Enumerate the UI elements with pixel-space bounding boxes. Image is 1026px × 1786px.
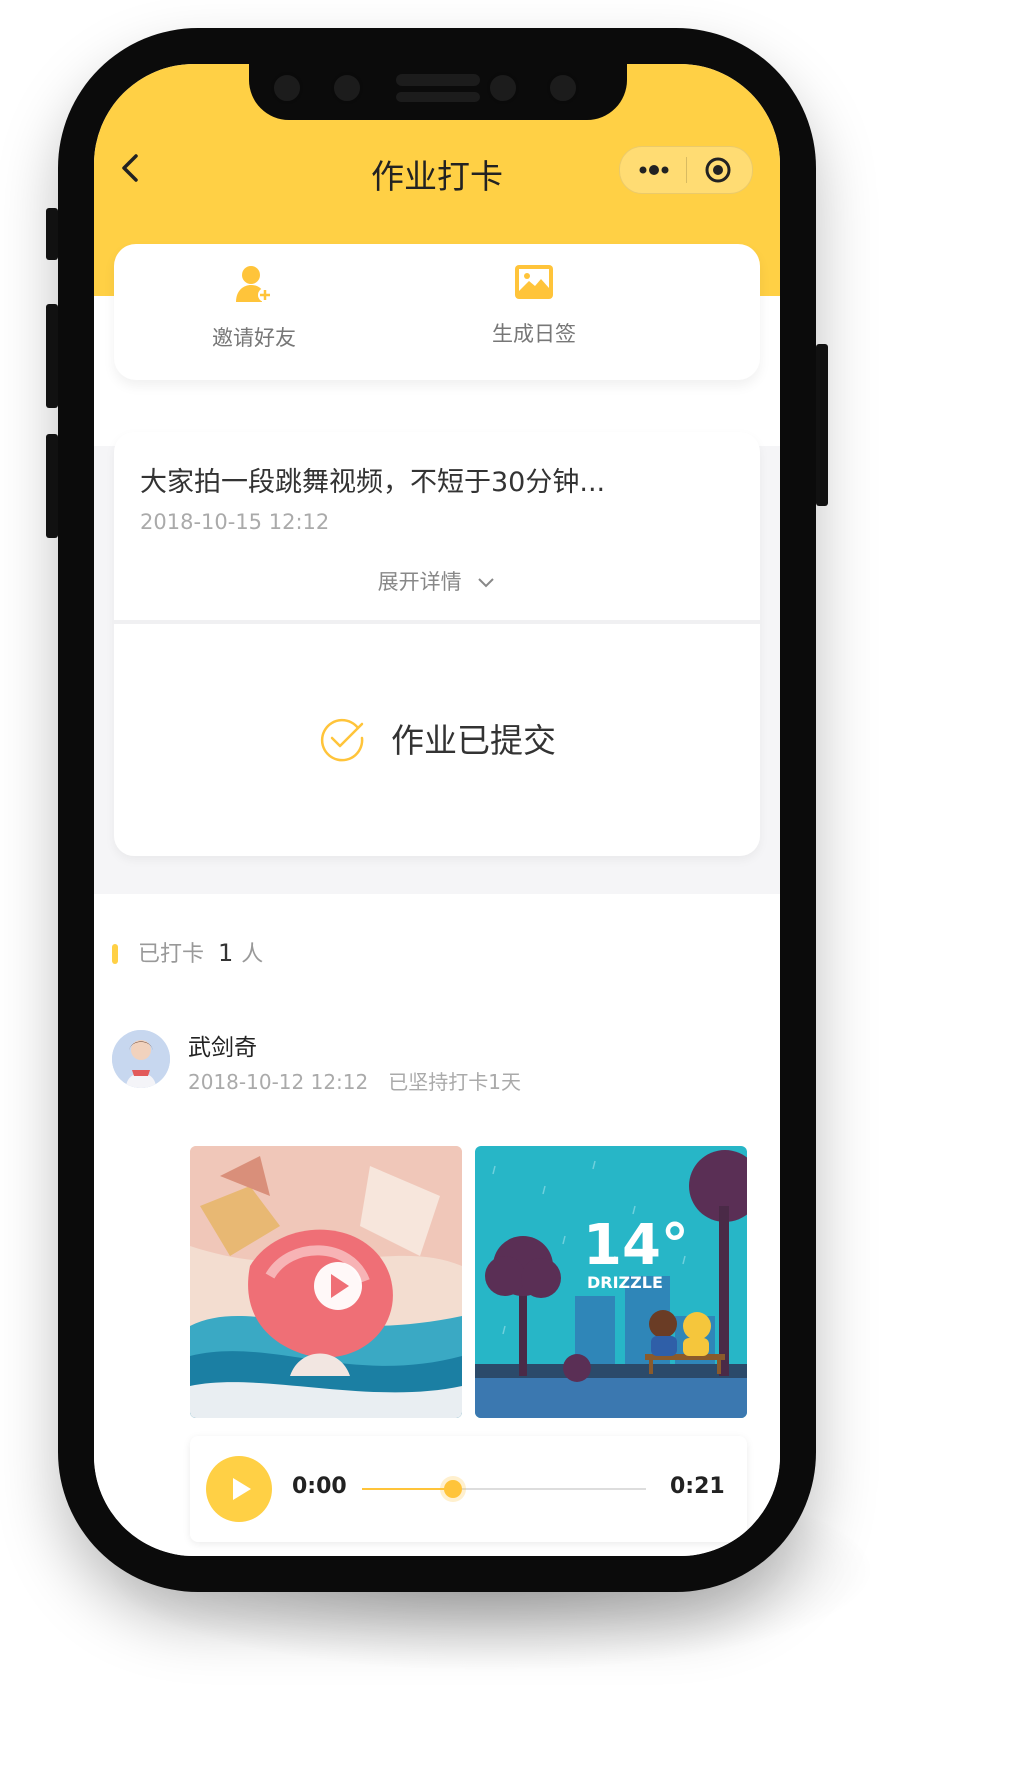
generate-card-label: 生成日签	[492, 322, 576, 346]
post-meta: 2018-10-12 12:12 已坚持打卡1天	[188, 1066, 521, 1095]
sensor-dot	[487, 72, 519, 104]
weather-temp: 14°	[583, 1213, 689, 1278]
invite-user-icon	[236, 266, 272, 302]
notch	[249, 64, 627, 120]
power-button	[816, 344, 828, 506]
play-button[interactable]	[206, 1456, 272, 1522]
volume-down-button	[46, 434, 58, 538]
audio-player: 0:00 0:21	[190, 1436, 747, 1542]
video-thumbnail-art	[190, 1146, 462, 1418]
camera-dot	[547, 72, 579, 104]
speaker-grille	[396, 74, 480, 86]
speaker-grille	[396, 92, 480, 102]
check-circle-icon	[320, 718, 364, 762]
more-dots-icon	[639, 165, 669, 175]
mini-program-capsule	[619, 146, 753, 194]
checkin-unit: 人	[241, 942, 264, 967]
close-program-button[interactable]	[704, 156, 732, 184]
post-time: 2018-10-12 12:12	[188, 1070, 369, 1094]
checkin-count: 已打卡 1 人	[112, 936, 263, 968]
checkin-list: 已打卡 1 人 武剑奇 2018-10-12 12:12 已坚持打卡1天 14°…	[94, 894, 780, 1556]
invite-friends-button[interactable]: 邀请好友	[154, 264, 354, 352]
sensor-dot	[331, 72, 363, 104]
submitted-label: 作业已提交	[391, 721, 557, 760]
sensor-dot	[271, 72, 303, 104]
weather-illustration: 14° DRIZZLE	[475, 1146, 747, 1418]
checkin-number: 1	[218, 939, 234, 967]
generate-card-button[interactable]: 生成日签	[434, 264, 634, 348]
user-name: 武剑奇	[188, 1035, 257, 1061]
task-title: 大家拍一段跳舞视频，不短于30分钟...	[140, 467, 606, 498]
chevron-down-icon	[478, 578, 495, 588]
task-card: 大家拍一段跳舞视频，不短于30分钟... 2018-10-15 12:12 展开…	[114, 432, 760, 856]
invite-friends-label: 邀请好友	[212, 326, 296, 350]
avatar[interactable]	[112, 1030, 170, 1088]
volume-up-button	[46, 304, 58, 408]
audio-progress-knob[interactable]	[443, 1480, 462, 1498]
audio-current-time: 0:00	[292, 1474, 347, 1499]
mute-switch	[46, 208, 58, 260]
video-thumbnail[interactable]	[190, 1146, 462, 1418]
weather-label: DRIZZLE	[587, 1273, 663, 1292]
image-icon	[515, 265, 553, 299]
audio-progress-fill	[362, 1488, 453, 1490]
divider	[114, 620, 760, 624]
phone-screen: 作业打卡 邀请好友 生成日签 大家拍一段跳舞视频，不短于30分钟... 2018…	[94, 64, 780, 1556]
avatar-illustration	[112, 1030, 170, 1088]
checkin-streak: 已坚持打卡1天	[388, 1070, 521, 1094]
expand-details-button[interactable]: 展开详情	[114, 566, 760, 596]
target-icon	[705, 157, 731, 183]
submitted-status: 作业已提交	[114, 714, 760, 762]
section-marker	[112, 944, 118, 964]
audio-progress-track[interactable]	[362, 1480, 646, 1498]
audio-duration: 0:21	[670, 1474, 725, 1499]
expand-details-label: 展开详情	[377, 570, 462, 594]
weather-image[interactable]: 14° DRIZZLE	[475, 1146, 747, 1418]
task-date: 2018-10-15 12:12	[140, 510, 330, 534]
play-icon	[233, 1478, 251, 1500]
capsule-divider	[686, 157, 687, 183]
checkin-label: 已打卡	[138, 942, 205, 967]
more-button[interactable]	[636, 157, 672, 183]
action-card: 邀请好友 生成日签	[114, 244, 760, 380]
nav-bar: 作业打卡	[94, 134, 780, 204]
